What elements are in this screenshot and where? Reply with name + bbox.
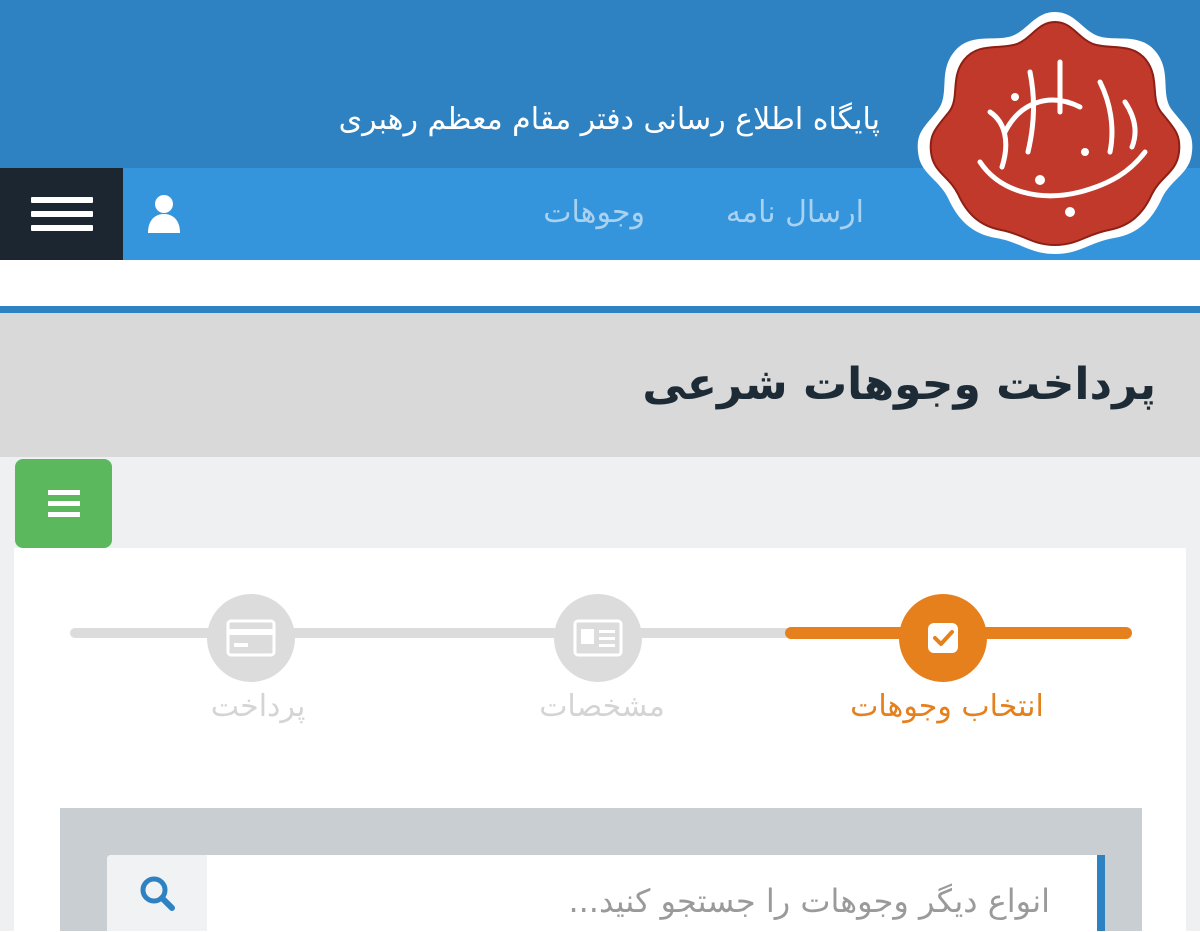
step-select-vojuhat[interactable]: [899, 594, 987, 682]
step-payment[interactable]: [207, 594, 295, 682]
step-label-payment[interactable]: پرداخت: [108, 682, 408, 732]
hamburger-line: [47, 501, 80, 506]
hamburger-line: [30, 225, 93, 231]
sidebar-toggle-button[interactable]: [15, 459, 112, 548]
hamburger-line: [30, 197, 93, 203]
user-icon[interactable]: [146, 193, 182, 233]
logo-seal-icon: [917, 12, 1193, 254]
step-label-select[interactable]: انتخاب وجوهات: [797, 682, 1097, 732]
hamburger-line: [30, 211, 93, 217]
divider-line: [0, 306, 1200, 313]
checkbox-icon: [928, 623, 958, 653]
site-title[interactable]: پایگاه اطلاع رسانی دفتر مقام معظم رهبری: [240, 95, 880, 145]
main-menu-button[interactable]: [0, 168, 123, 260]
hamburger-line: [47, 512, 80, 517]
page-title: پرداخت وجوهات شرعی: [642, 359, 1156, 410]
credit-card-icon: [226, 619, 276, 657]
leader-logo[interactable]: [910, 2, 1200, 258]
hamburger-line: [47, 490, 80, 495]
id-card-icon: [573, 619, 623, 657]
nav-vojuhat[interactable]: وجوهات: [543, 190, 645, 236]
search-input[interactable]: [208, 870, 1052, 932]
nav-send-letter[interactable]: ارسال نامه: [726, 190, 864, 236]
search-icon: [140, 876, 175, 911]
step-label-details[interactable]: مشخصات: [452, 682, 752, 732]
step-details[interactable]: [554, 594, 642, 682]
progress-track: [70, 628, 790, 638]
search-button[interactable]: [107, 855, 207, 931]
spacer-strip: [0, 260, 1200, 306]
